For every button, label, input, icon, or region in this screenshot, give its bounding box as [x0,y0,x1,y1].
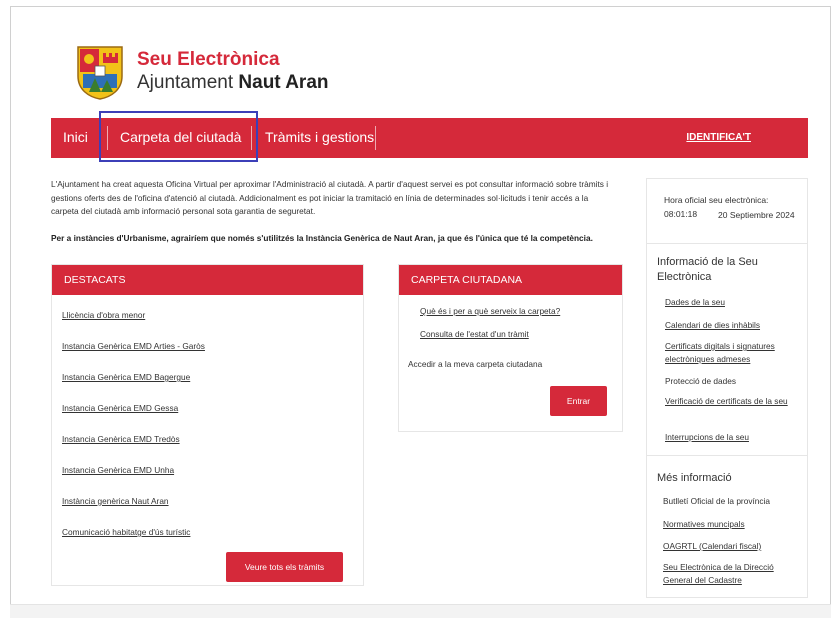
destacat-link[interactable]: Comunicació habitatge d'ús turístic [62,527,190,537]
mes-info-link[interactable]: OAGRTL (Calendari fiscal) [663,540,801,553]
carpeta-panel: CARPETA CIUTADANA Què és i per a què ser… [398,264,623,432]
veure-tots-button[interactable]: Veure tots els tràmits [226,552,343,582]
identifica-link[interactable]: IDENTIFICA'T [686,118,751,158]
carpeta-info-link[interactable]: Què és i per a què serveix la carpeta? [420,306,560,316]
mes-info-link[interactable]: Seu Electrònica de la Direcció General d… [663,561,801,586]
highlight-frame [99,111,258,162]
intro-text: L'Ajuntament ha creat aquesta Oficina Vi… [51,179,609,216]
consulta-estat-link[interactable]: Consulta de l'estat d'un tràmit [420,329,529,339]
official-date: 20 Septiembre 2024 [718,210,795,220]
destacat-link[interactable]: Instancia Genèrica EMD Gessa [62,403,178,413]
mes-info-link[interactable]: Normatives muncipals [663,518,801,531]
info-link[interactable]: Interrupcions de la seu [665,431,800,444]
sidebar-divider [647,455,807,456]
mes-info-link[interactable]: Butlletí Oficial de la província [663,495,801,508]
nav-tramits-gestions[interactable]: Tràmits i gestions [265,118,374,158]
destacat-link[interactable]: Instancia Genèrica EMD Arties - Garòs [62,341,205,351]
urbanism-notice: Per a instàncies d'Urbanisme, agrairíem … [51,233,593,243]
destacat-link[interactable]: Llicència d'obra menor [62,310,145,320]
nav-inici[interactable]: Inici [63,118,88,158]
brand-prefix: Ajuntament [137,72,234,93]
official-time-label: Hora oficial seu electrònica: [664,195,769,205]
horizontal-scrollbar[interactable] [10,604,831,618]
info-link[interactable]: Verificació de certificats de la seu [665,395,800,408]
brand-title: Seu Electrònica [137,49,280,70]
info-link[interactable]: Dades de la seu [665,296,800,309]
sidebar-divider [647,243,807,244]
mes-informacio-title: Més informació [657,472,732,484]
brand-subtitle: Ajuntament Naut Aran [137,72,329,94]
info-link[interactable]: Certificats digitals i signatures electr… [665,340,800,365]
info-seu-title: Informació de la Seu Electrònica [657,256,758,283]
official-time: 08:01:18 [664,209,698,219]
info-link[interactable]: Calendari de dies inhàbils [665,319,800,332]
info-link[interactable]: Protecció de dades [665,375,800,388]
destacat-link[interactable]: Instancia Genèrica EMD Unha [62,465,174,475]
destacat-link[interactable]: Instancia Genèrica EMD Bagergue [62,372,190,382]
nav-separator [375,126,376,150]
brand-municipality: Naut Aran [238,72,329,93]
destacat-link[interactable]: Instancia Genèrica EMD Tredòs [62,434,180,444]
sidebar: Hora oficial seu electrònica: 08:01:18 2… [646,178,808,598]
carpeta-access-text: Accedir a la meva carpeta ciutadana [408,359,543,369]
destacats-panel: DESTACATS Llicència d'obra menor Instanc… [51,264,364,586]
entrar-button[interactable]: Entrar [550,386,607,416]
destacats-title: DESTACATS [52,265,363,295]
carpeta-title: CARPETA CIUTADANA [399,265,622,295]
destacat-link[interactable]: Instància genèrica Naut Aran [62,496,169,506]
coat-of-arms-logo [77,46,123,100]
